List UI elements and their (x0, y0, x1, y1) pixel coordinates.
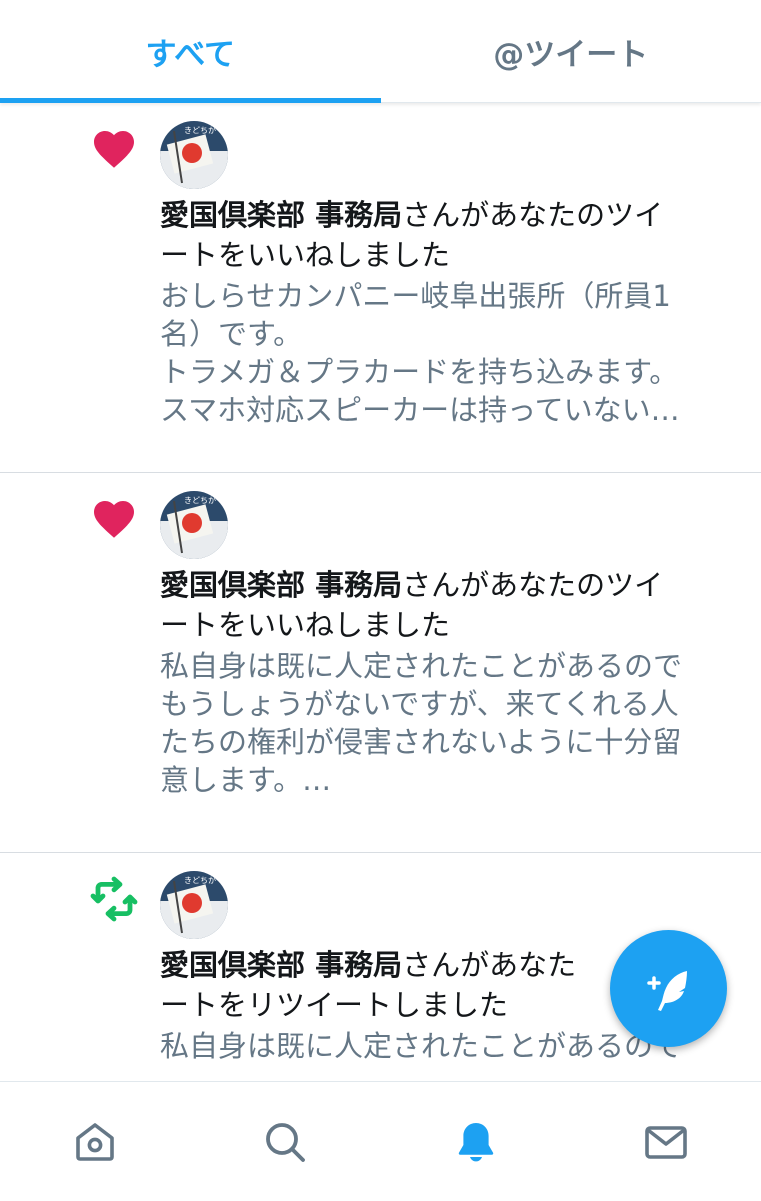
action-text-2: ートをいいねしました (160, 238, 450, 272)
notification-title: 愛国倶楽部 事務局さんがあなたのツイートをいいねしました (160, 195, 740, 275)
messages-icon (642, 1118, 690, 1166)
compose-tweet-button[interactable] (610, 930, 727, 1047)
nav-home[interactable] (0, 1082, 190, 1201)
tweet-snippet: 私自身は既に人定されたことがあるので もうしょうがないですが、来てくれる人 たち… (160, 647, 740, 799)
action-text: さんがあなた (402, 948, 576, 982)
avatar[interactable]: きどちか (160, 491, 228, 559)
actor-name: 愛国倶楽部 事務局 (160, 948, 402, 982)
notification-item[interactable]: きどちか 愛国倶楽部 事務局さんがあなたのツイートをいいねしました おしらせカン… (0, 103, 761, 473)
nav-search[interactable] (190, 1082, 380, 1201)
action-text: さんがあなたのツイ (402, 198, 663, 232)
retweet-icon (90, 875, 138, 923)
avatar[interactable]: きどちか (160, 121, 228, 189)
actor-name: 愛国倶楽部 事務局 (160, 568, 402, 602)
tab-all[interactable]: すべて (0, 0, 381, 102)
tweet-snippet: おしらせカンパニー岐阜出張所（所員1 名）です。 トラメガ＆プラカードを持ち込み… (160, 277, 740, 429)
tab-mentions-label: @ツイート (493, 29, 648, 74)
nav-notifications[interactable] (381, 1082, 571, 1201)
action-text: さんがあなたのツイ (402, 568, 663, 602)
svg-text:きどちか: きどちか (184, 496, 216, 505)
tab-bar: すべて @ツイート (0, 0, 761, 103)
action-text-2: ートをリツイートしました (160, 988, 508, 1022)
action-text-2: ートをいいねしました (160, 608, 450, 642)
heart-icon (90, 495, 138, 543)
avatar[interactable]: きどちか (160, 871, 228, 939)
notification-title: 愛国倶楽部 事務局さんがあなたのツイートをいいねしました (160, 565, 740, 645)
nav-messages[interactable] (571, 1082, 761, 1201)
bottom-navigation (0, 1081, 761, 1201)
home-icon (71, 1118, 119, 1166)
heart-icon (90, 125, 138, 173)
tab-all-label: すべて (145, 29, 235, 74)
tab-mentions[interactable]: @ツイート (381, 0, 761, 102)
svg-text:きどちか: きどちか (184, 126, 216, 135)
actor-name: 愛国倶楽部 事務局 (160, 198, 402, 232)
svg-text:きどちか: きどちか (184, 876, 216, 885)
search-icon (261, 1118, 309, 1166)
compose-tweet-icon (641, 961, 697, 1017)
notification-item[interactable]: きどちか 愛国倶楽部 事務局さんがあなたのツイートをいいねしました 私自身は既に… (0, 473, 761, 853)
notifications-icon (452, 1118, 500, 1166)
